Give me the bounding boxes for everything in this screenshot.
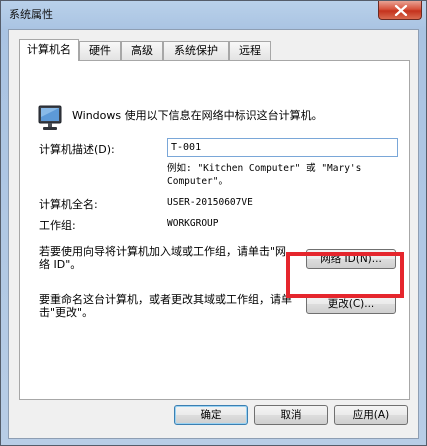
tab-computer-name[interactable]: 计算机名 [19,39,79,61]
computer-monitor-icon [38,105,62,130]
full-name-label: 计算机全名: [39,198,98,211]
wizard-instruction-text: 若要使用向导将计算机加入域或工作组，请单击"网络 ID"。 [39,245,287,271]
description-example: 例如: "Kitchen Computer" 或 "Mary's Compute… [167,163,362,187]
apply-button[interactable]: 应用(A) [334,405,408,425]
intro-text: Windows 使用以下信息在网络中标识这台计算机。 [72,109,323,122]
workgroup-label: 工作组: [39,219,76,232]
window-title: 系统属性 [9,8,53,21]
title-bar[interactable]: 系统属性 [1,1,426,27]
close-icon [394,5,408,16]
dialog-client-area: 计算机名 硬件 高级 系统保护 远程 Windows 使用以下信息在网络中标识这… [8,29,419,439]
change-button-highlight [286,252,404,298]
full-name-value: USER-20150607VE [167,197,253,208]
dialog-footer: 确定 取消 应用(A) [9,402,418,438]
description-label: 计算机描述(D): [39,143,115,156]
rename-instruction-text: 要重命名这台计算机，或者更改其域或工作组，请单击"更改"。 [39,293,292,319]
computer-name-panel: Windows 使用以下信息在网络中标识这台计算机。 计算机描述(D): 例如:… [19,60,410,400]
cancel-button[interactable]: 取消 [254,405,328,425]
tab-hardware[interactable]: 硬件 [79,41,121,60]
tab-advanced[interactable]: 高级 [121,41,163,60]
system-properties-window: 系统属性 计算机名 硬件 高级 系统保护 远程 Windows 使用以下信息在网… [0,0,427,446]
tab-remote[interactable]: 远程 [229,41,271,60]
workgroup-value: WORKGROUP [167,218,219,229]
tab-system-protection[interactable]: 系统保护 [163,41,229,60]
ok-button[interactable]: 确定 [174,405,248,425]
computer-description-input[interactable] [167,138,398,157]
close-button[interactable] [378,1,422,20]
